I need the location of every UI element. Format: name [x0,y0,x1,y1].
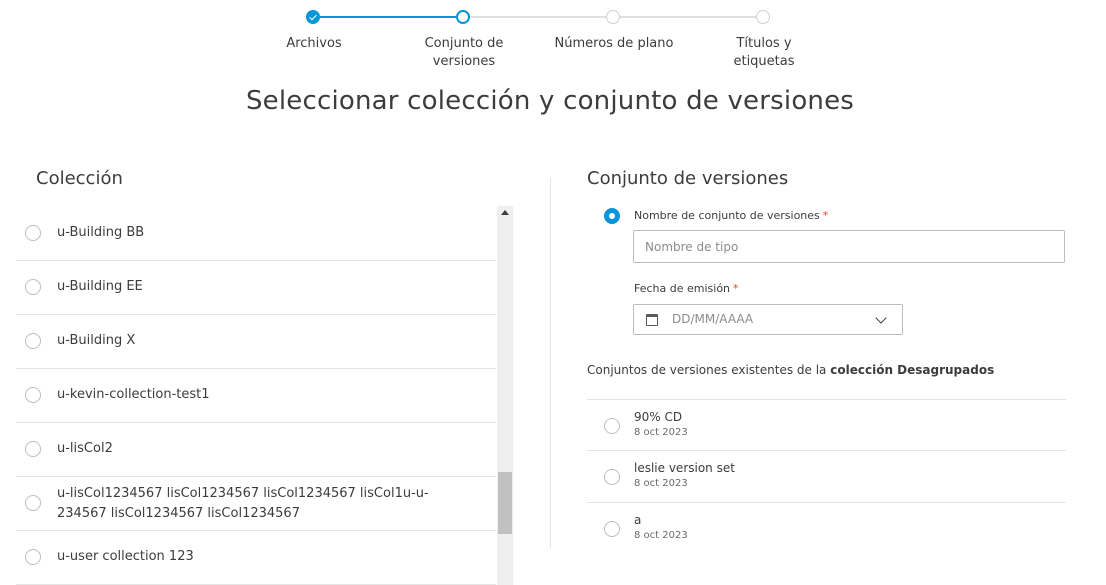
scroll-up-arrow-icon[interactable] [501,210,509,215]
required-asterisk: * [822,209,829,222]
version-set-radio[interactable] [604,521,620,537]
panel-divider [550,178,551,548]
collection-item[interactable]: u-Building EE [16,261,496,315]
collection-heading: Colección [36,168,123,189]
collection-item-label: u-lisCol1234567 lisCol1234567 lisCol1234… [57,486,429,521]
collection-radio[interactable] [25,495,41,511]
version-set-date: 8 oct 2023 [634,427,688,438]
collection-radio[interactable] [25,225,41,241]
existing-version-set-item[interactable]: 90% CD 8 oct 2023 [587,399,1066,450]
issue-date-label: Fecha de emisión * [634,282,739,295]
collection-item-label: u-user collection 123 [57,549,194,564]
existing-sets-caption: Conjuntos de versiones existentes de la … [587,363,995,377]
version-set-name: 90% CD [634,410,683,424]
collection-item[interactable]: u-lisCol2 [16,423,496,477]
stepper-line [470,16,606,18]
issue-date-picker[interactable]: DD/MM/AAAA [633,304,903,335]
version-set-name: a [634,513,642,527]
collection-radio[interactable] [25,549,41,565]
version-set-date: 8 oct 2023 [634,530,688,541]
stepper-line [620,16,756,18]
step-titulos-indicator [756,10,770,24]
calendar-icon [646,314,658,326]
collection-radio[interactable] [25,441,41,457]
step-label-numeros: Números de plano [554,36,674,51]
step-label-titulos: Títulos y etiquetas [733,36,795,69]
collection-item-label: u-lisCol2 [57,441,113,456]
collection-list[interactable]: u-Building BB u-Building EE u-Building X… [16,206,513,585]
collection-item-label: u-Building X [57,333,136,348]
step-label-conjunto: Conjunto de versiones [424,36,504,69]
required-asterisk: * [733,282,739,295]
version-set-radio[interactable] [604,418,620,434]
step-archivos-check-icon [306,10,320,24]
collection-item-label: u-Building EE [57,279,143,294]
version-set-name: leslie version set [634,461,735,475]
chevron-down-icon[interactable] [875,312,887,324]
collection-item[interactable]: u-kevin-collection-test1 [16,369,496,423]
version-set-radio[interactable] [604,469,620,485]
step-label-archivos: Archivos [286,36,342,51]
step-conjunto-indicator [456,10,470,24]
collection-radio[interactable] [25,279,41,295]
collection-radio[interactable] [25,387,41,403]
collection-item[interactable]: u-user collection 123 [16,531,496,585]
version-set-heading: Conjunto de versiones [587,168,789,189]
collection-radio[interactable] [25,333,41,349]
scroll-thumb[interactable] [498,472,512,534]
stepper-line-complete [320,16,456,18]
existing-version-set-item[interactable]: leslie version set 8 oct 2023 [587,450,1066,501]
new-version-set-radio[interactable] [604,208,620,224]
date-placeholder: DD/MM/AAAA [672,312,754,326]
collection-scrollbar[interactable] [497,206,513,585]
version-set-name-label: Nombre de conjunto de versiones * [634,209,829,222]
progress-stepper: Archivos Conjunto de versiones Números d… [0,0,1106,80]
page-title: Seleccionar colección y conjunto de vers… [245,86,855,116]
version-set-date: 8 oct 2023 [634,478,688,489]
collection-name: colección Desagrupados [830,363,995,377]
step-numeros-indicator [606,10,620,24]
collection-item[interactable]: u-Building X [16,315,496,369]
collection-item[interactable]: u-lisCol1234567 lisCol1234567 lisCol1234… [16,477,496,531]
collection-item[interactable]: u-Building BB [16,206,496,261]
version-set-name-input[interactable] [633,230,1065,263]
collection-item-label: u-Building BB [57,225,145,240]
existing-version-set-item[interactable]: a 8 oct 2023 [587,502,1066,553]
collection-item-label: u-kevin-collection-test1 [57,387,210,402]
